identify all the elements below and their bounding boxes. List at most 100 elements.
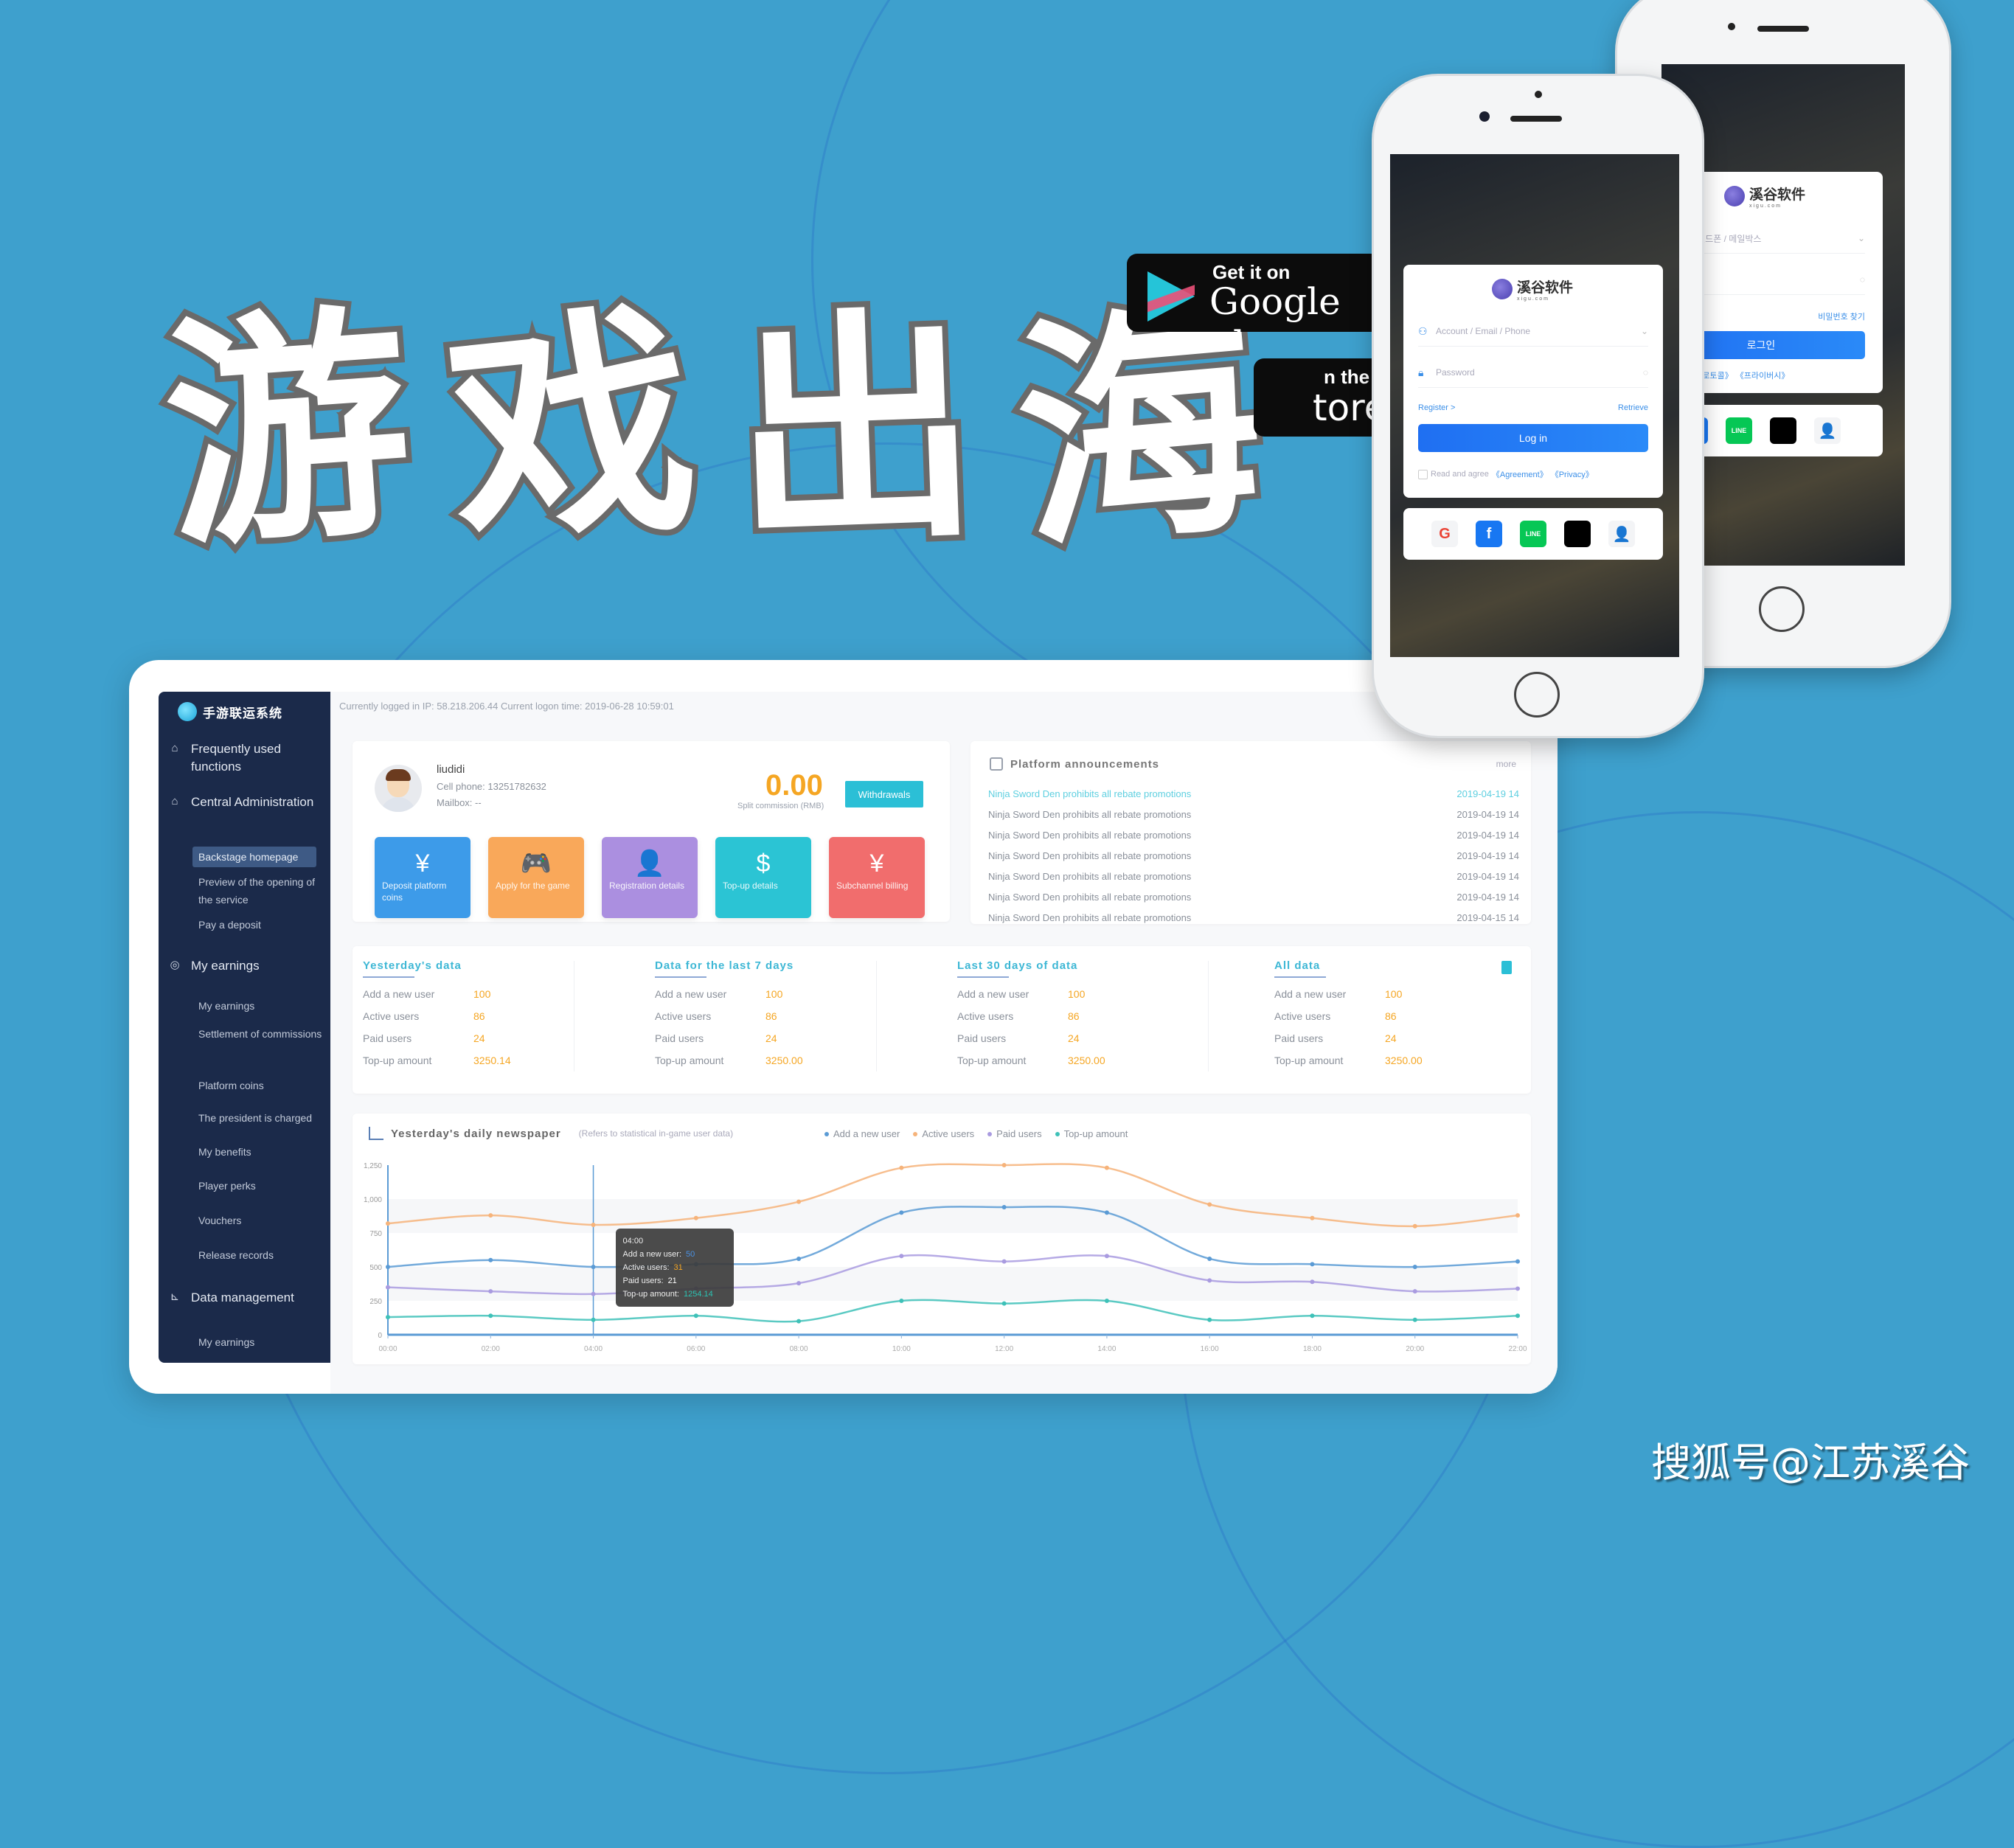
stat-label: Add a new user [655, 988, 727, 1000]
y-tick-label: 500 [369, 1264, 382, 1272]
sidebar-item-my-earnings-2[interactable]: My earnings [198, 1333, 324, 1351]
stat-label: Add a new user [957, 988, 1029, 1000]
withdraw-button[interactable]: Withdrawals [845, 781, 923, 807]
line-icon[interactable]: LINE [1726, 417, 1752, 444]
tooltip-label: Paid users: [622, 1276, 664, 1286]
announcement-text: Ninja Sword Den prohibits all rebate pro… [988, 892, 1192, 903]
announcement-date: 2019-04-19 14 [1456, 830, 1519, 841]
announcement-row[interactable]: Ninja Sword Den prohibits all rebate pro… [988, 830, 1519, 841]
quick-action-deposit[interactable]: ¥ Deposit platform coins [375, 837, 470, 918]
announcements-more-link[interactable]: more [1496, 759, 1516, 769]
quick-action-label: Subchannel billing [836, 880, 909, 891]
data-point [1515, 1313, 1520, 1319]
apple-icon[interactable] [1770, 417, 1796, 444]
quick-action-registration[interactable]: 👤 Registration details [602, 837, 698, 918]
legend-item[interactable]: Paid users [987, 1128, 1042, 1139]
app-store-small-text: n the [1324, 366, 1370, 388]
announcements-title: Platform announcements [1010, 757, 1160, 771]
sidebar-group-frequent[interactable]: ⌂ Frequently used functions [169, 740, 316, 776]
sidebar-item-my-benefits[interactable]: My benefits [198, 1143, 324, 1161]
sidebar-item-president-charged[interactable]: The president is charged [198, 1109, 331, 1127]
facebook-icon[interactable]: f [1476, 521, 1502, 547]
tooltip-row: Paid users: 21 [623, 1274, 726, 1288]
lock-icon: 🔒︎ [1418, 366, 1424, 378]
login-button[interactable]: Log in [1418, 424, 1648, 452]
data-point [796, 1319, 802, 1324]
sidebar-item-backstage-homepage[interactable]: Backstage homepage [192, 847, 316, 867]
agree-checkbox[interactable] [1418, 469, 1428, 479]
password-field[interactable]: 🔒︎ Password ◌ [1418, 358, 1648, 388]
stat-label: Paid users [363, 1032, 412, 1044]
sidebar-item-release-records[interactable]: Release records [198, 1246, 324, 1264]
sidebar-group-earnings[interactable]: ◎ My earnings [169, 957, 316, 975]
announcement-row[interactable]: Ninja Sword Den prohibits all rebate pro… [988, 788, 1519, 799]
chart-title: Yesterday's daily newspaper [391, 1127, 561, 1140]
sidebar-item-my-earnings[interactable]: My earnings [198, 997, 324, 1015]
x-tick-label: 08:00 [790, 1345, 808, 1353]
sidebar-item-vouchers[interactable]: Vouchers [198, 1212, 324, 1229]
y-tick-label: 250 [369, 1298, 382, 1306]
line-icon[interactable]: LINE [1520, 521, 1546, 547]
quick-action-label: Deposit platform coins [382, 880, 447, 903]
eye-off-icon[interactable]: ◌ [1643, 367, 1648, 378]
register-link[interactable]: Register > [1418, 403, 1455, 412]
tooltip-label: Add a new user: [622, 1250, 682, 1260]
privacy-link[interactable]: 《Privacy》 [1551, 468, 1594, 480]
phone-front-screen: 溪谷软件 xigu.com ⚇ Account / Email / Phone ⌄… [1390, 154, 1679, 657]
announcement-row[interactable]: Ninja Sword Den prohibits all rebate pro… [988, 892, 1519, 903]
quick-action-subchannel[interactable]: ¥ Subchannel billing [829, 837, 925, 918]
y-tick-label: 1,250 [364, 1162, 382, 1170]
title-char: 戏 [430, 272, 713, 591]
announcement-text: Ninja Sword Den prohibits all rebate pro… [988, 850, 1192, 861]
stat-value: 24 [473, 1032, 485, 1044]
announcement-row[interactable]: Ninja Sword Den prohibits all rebate pro… [988, 850, 1519, 861]
chevron-down-icon[interactable]: ⌄ [1641, 326, 1648, 336]
sidebar-item-platform-coins[interactable]: Platform coins [198, 1077, 324, 1094]
stat-value: 100 [473, 988, 491, 1000]
sidebar-item-pay-deposit[interactable]: Pay a deposit [198, 916, 324, 934]
eye-off-icon[interactable]: ◌ [1860, 274, 1865, 285]
sidebar-item-settlement[interactable]: Settlement of commissions [198, 1025, 324, 1043]
sidebar-item-player-perks[interactable]: Player perks [198, 1177, 324, 1195]
tooltip-time: 04:00 [622, 1237, 644, 1246]
y-tick-label: 1,000 [364, 1196, 382, 1204]
retrieve-link[interactable]: 비밀번호 찾기 [1818, 310, 1865, 322]
announcement-row[interactable]: Ninja Sword Den prohibits all rebate pro… [988, 912, 1519, 923]
stat-row: Active users 86 [1274, 1010, 1496, 1022]
guest-icon[interactable]: 👤 [1608, 521, 1635, 547]
sidebar-group-data-management[interactable]: ⊾ Data management [169, 1289, 316, 1307]
retrieve-link[interactable]: Retrieve [1618, 403, 1648, 412]
info-icon[interactable] [1501, 961, 1512, 974]
main-content: Currently logged in IP: 58.218.206.44 Cu… [330, 692, 1558, 1394]
announcement-date: 2019-04-19 14 [1456, 871, 1519, 882]
legend-item[interactable]: Active users [913, 1128, 974, 1139]
announcement-row[interactable]: Ninja Sword Den prohibits all rebate pro… [988, 871, 1519, 882]
data-point [1104, 1165, 1109, 1170]
chevron-down-icon[interactable]: ⌄ [1858, 233, 1865, 243]
home-button [1514, 672, 1560, 718]
sidebar-group-label: Frequently used functions [191, 742, 281, 774]
legend-label: Add a new user [833, 1128, 900, 1139]
tooltip-label: Active users: [622, 1263, 670, 1273]
account-field[interactable]: ⚇ Account / Email / Phone ⌄ [1418, 316, 1648, 347]
google-icon[interactable]: G [1431, 521, 1458, 547]
admin-dashboard: 手游联运系统 ⌂ Frequently used functions ⌂ Cen… [129, 660, 1558, 1394]
stat-row: Active users 86 [957, 1010, 1178, 1022]
privacy-link[interactable]: 《프라이버시》 [1736, 369, 1790, 381]
legend-item[interactable]: Top-up amount [1055, 1128, 1128, 1139]
sidebar-group-central[interactable]: ⌂ Central Administration [169, 793, 316, 811]
quick-action-apply-game[interactable]: 🎮 Apply for the game [488, 837, 584, 918]
legend-item[interactable]: Add a new user [824, 1128, 900, 1139]
sidebar-item-service-preview[interactable]: Preview of the opening of the service [198, 873, 324, 909]
announcement-text: Ninja Sword Den prohibits all rebate pro… [988, 809, 1192, 820]
agreement-link[interactable]: 《Agreement》 [1492, 468, 1548, 480]
apple-icon[interactable] [1564, 521, 1591, 547]
guest-icon[interactable]: 👤 [1814, 417, 1841, 444]
home-icon: ⌂ [171, 795, 178, 807]
title-char: 海 [1000, 274, 1279, 588]
data-point [796, 1281, 802, 1286]
stat-value: 100 [765, 988, 783, 1000]
quick-action-topup[interactable]: $ Top-up details [715, 837, 811, 918]
announcement-row[interactable]: Ninja Sword Den prohibits all rebate pro… [988, 809, 1519, 820]
google-play-badge[interactable]: Get it on Google play [1127, 254, 1392, 332]
